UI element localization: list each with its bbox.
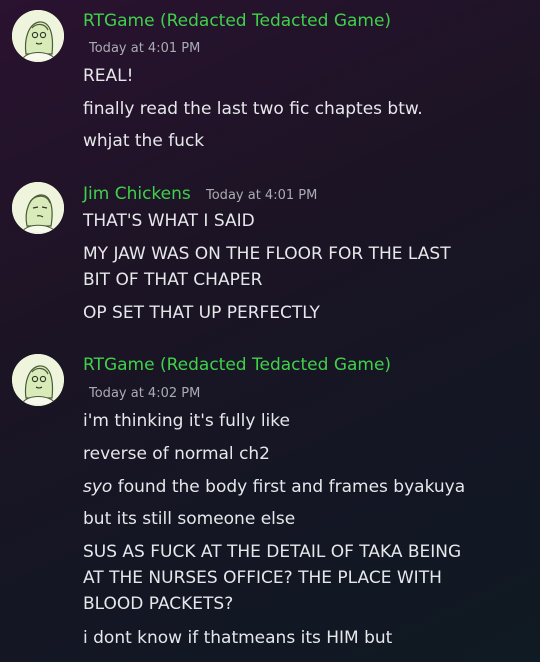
message-line: whjat the fuck xyxy=(83,131,205,151)
avatar[interactable] xyxy=(12,10,64,62)
message-line: finally read the last two fic chaptes bt… xyxy=(83,99,423,119)
avatar-sketch-icon xyxy=(12,10,64,62)
message-line: MY JAW WAS ON THE FLOOR FOR THE LAST BIT… xyxy=(83,244,451,290)
message-timestamp: Today at 4:01 PM xyxy=(89,41,201,56)
avatar[interactable] xyxy=(12,354,64,406)
message-line: i dont know if thatmeans its HIM but xyxy=(83,628,393,648)
avatar-sketch-icon xyxy=(12,354,64,406)
message-line: i'm thinking it's fully like xyxy=(83,411,290,431)
avatar-sketch-icon xyxy=(12,182,64,234)
message-line: reverse of normal ch2 xyxy=(83,444,270,464)
message-timestamp: Today at 4:02 PM xyxy=(89,386,201,401)
avatar[interactable] xyxy=(12,182,64,234)
message-line: syo found the body first and frames byak… xyxy=(83,474,465,500)
message-line: OP SET THAT UP PERFECTLY xyxy=(83,303,320,323)
italic-word: syo xyxy=(83,477,113,497)
message-line: THAT'S WHAT I SAID xyxy=(83,211,255,231)
author-name[interactable]: RTGame (Redacted Tedacted Game) xyxy=(83,355,391,375)
message-line: SUS AS FUCK AT THE DETAIL OF TAKA BEING … xyxy=(83,542,462,614)
author-name[interactable]: RTGame (Redacted Tedacted Game) xyxy=(83,11,391,31)
message-timestamp: Today at 4:01 PM xyxy=(206,188,318,203)
author-name[interactable]: Jim Chickens xyxy=(83,184,191,204)
message-line: REAL! xyxy=(83,66,134,86)
message-line-text: found the body first and frames byakuya xyxy=(117,477,466,497)
message-line: but its still someone else xyxy=(83,509,296,529)
